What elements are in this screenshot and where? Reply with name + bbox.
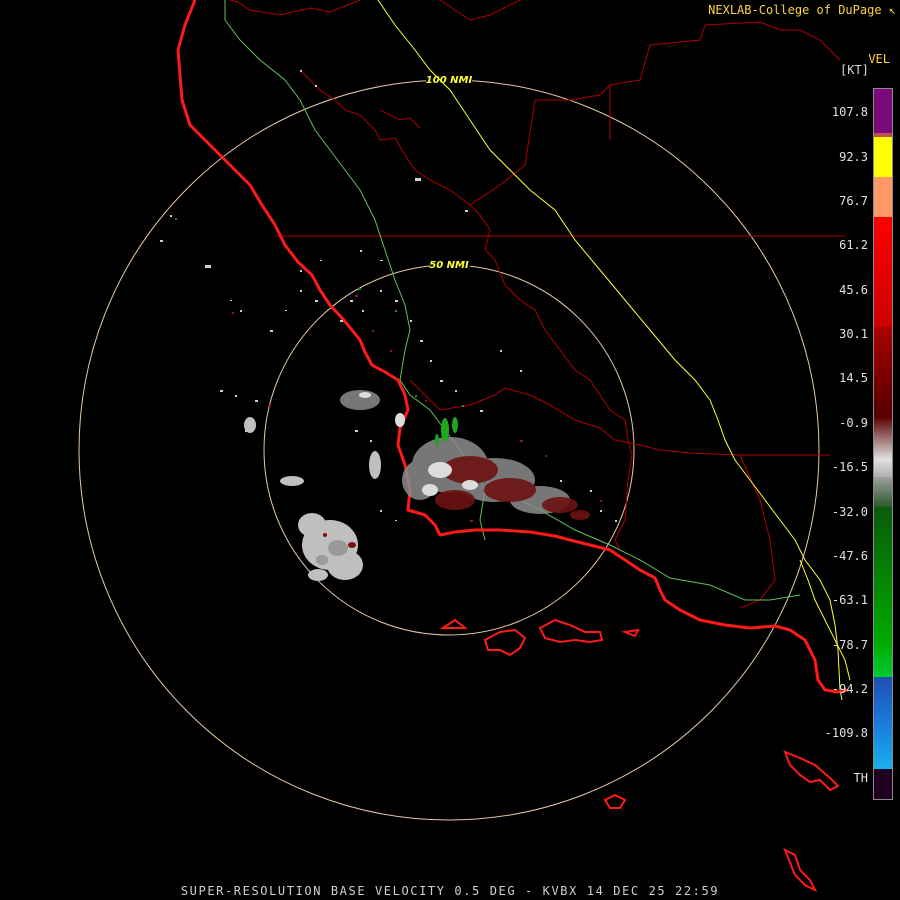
product-caption: SUPER-RESOLUTION BASE VELOCITY 0.5 DEG -… [180, 884, 720, 898]
channel-islands [439, 618, 840, 893]
velocity-color-scale [873, 88, 893, 800]
highway-101-south [799, 559, 851, 681]
coastline [176, 0, 849, 694]
radar-echoes [160, 70, 617, 581]
radar-map: 100 NMI 50 NMI [78, 0, 851, 893]
legend-label: -63.1 [831, 593, 868, 607]
legend-label: TH [853, 771, 868, 785]
legend-label: -0.9 [839, 416, 868, 430]
legend-label: -94.2 [831, 682, 868, 696]
legend-label: 76.7 [839, 194, 868, 208]
legend-unit: [KT] [840, 63, 869, 77]
legend-label: -109.8 [824, 726, 868, 740]
legend-label: 14.5 [839, 371, 868, 385]
ring-label-100nmi: 100 NMI [426, 75, 473, 86]
legend-label: -47.6 [831, 549, 868, 563]
legend-label: -16.5 [831, 460, 868, 474]
legend-label: -32.0 [831, 505, 868, 519]
legend-label: -78.7 [831, 638, 868, 652]
legend-label: 61.2 [839, 238, 868, 252]
roads [224, 0, 801, 601]
legend-title: VEL [868, 52, 890, 66]
legend-label: 45.6 [839, 283, 868, 297]
legend-label: 92.3 [839, 150, 868, 164]
nexlab-credit: NEXLAB-College of DuPage ↖ [708, 3, 896, 17]
ring-label-50nmi: 50 NMI [429, 260, 469, 271]
legend-label: 30.1 [839, 327, 868, 341]
legend-label: 107.8 [831, 105, 868, 119]
